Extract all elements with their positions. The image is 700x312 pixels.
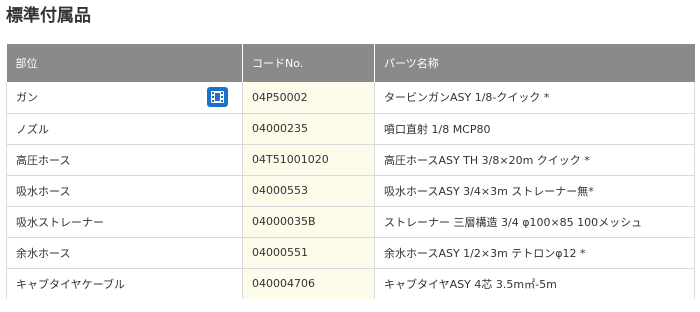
table-row: 吸水ホース 04000553 吸水ホースASY 3/4×3m ストレーナー無* <box>6 175 695 207</box>
header-name: パーツ名称 <box>374 44 695 82</box>
header-part: 部位 <box>6 44 243 82</box>
code-cell: 04000553 <box>242 175 375 207</box>
part-cell: キャブタイヤケーブル <box>6 268 243 299</box>
table-row: 吸水ストレーナー 04000035B ストレーナー 三層構造 3/4 φ100×… <box>6 206 695 238</box>
name-cell: 吸水ホースASY 3/4×3m ストレーナー無* <box>374 175 695 207</box>
table-row: キャブタイヤケーブル 040004706 キャブタイヤASY 4芯 3.5m㎡-… <box>6 268 695 299</box>
code-cell: 040004706 <box>242 268 375 299</box>
table-row: ノズル 04000235 噴口直射 1/8 MCP80 <box>6 113 695 145</box>
part-cell: ノズル <box>6 113 243 145</box>
page: 標準付属品 部位 コードNo. パーツ名称 ガン 04P50002 タービンガン… <box>0 0 700 312</box>
name-cell: 噴口直射 1/8 MCP80 <box>374 113 695 145</box>
part-cell: 高圧ホース <box>6 144 243 176</box>
name-cell: キャブタイヤASY 4芯 3.5m㎡-5m <box>374 268 695 299</box>
name-cell: 余水ホースASY 1/2×3m テトロンφ12 * <box>374 237 695 269</box>
part-cell: 吸水ストレーナー <box>6 206 243 238</box>
name-cell: タービンガンASY 1/8-クイック * <box>374 82 695 114</box>
code-cell: 04T51001020 <box>242 144 375 176</box>
header-code: コードNo. <box>242 44 375 82</box>
name-cell: ストレーナー 三層構造 3/4 φ100×85 100メッシュ <box>374 206 695 238</box>
table-row: 余水ホース 04000551 余水ホースASY 1/2×3m テトロンφ12 * <box>6 237 695 269</box>
film-icon <box>211 91 224 103</box>
part-cell: 余水ホース <box>6 237 243 269</box>
code-cell: 04000035B <box>242 206 375 238</box>
accessories-table: 部位 コードNo. パーツ名称 ガン 04P50002 タービンガンASY 1/… <box>6 44 695 299</box>
name-cell: 高圧ホースASY TH 3/8×20m クイック * <box>374 144 695 176</box>
video-button[interactable] <box>207 87 228 107</box>
section-title: 標準付属品 <box>6 6 91 26</box>
code-cell: 04000235 <box>242 113 375 145</box>
part-cell: ガン <box>6 82 243 114</box>
part-cell: 吸水ホース <box>6 175 243 207</box>
code-cell: 04000551 <box>242 237 375 269</box>
part-label: ガン <box>16 91 38 105</box>
table-header-row: 部位 コードNo. パーツ名称 <box>6 44 695 82</box>
table-row: 高圧ホース 04T51001020 高圧ホースASY TH 3/8×20m クイ… <box>6 144 695 176</box>
code-cell: 04P50002 <box>242 82 375 114</box>
table-row: ガン 04P50002 タービンガンASY 1/8-クイック * <box>6 82 695 114</box>
